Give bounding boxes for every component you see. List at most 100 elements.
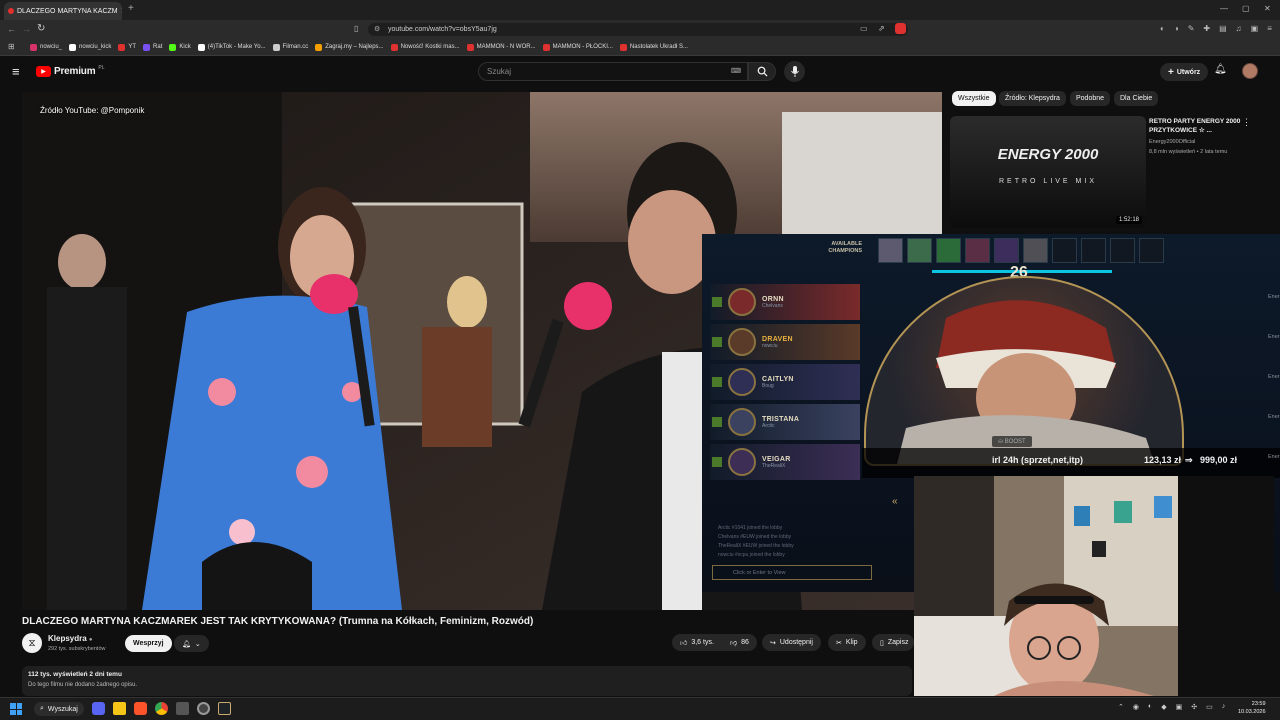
bookmark-item[interactable]: YT xyxy=(118,43,136,51)
tray-app-icon[interactable]: ▣ xyxy=(1176,703,1183,711)
bookmark-item[interactable]: Nastolatek Ukradł S... xyxy=(619,43,688,51)
menu-icon[interactable]: ≡ xyxy=(1267,24,1272,33)
chip-3[interactable]: Dla Ciebie xyxy=(1114,91,1159,106)
windows-start-icon[interactable] xyxy=(10,703,22,715)
back-icon[interactable]: ← xyxy=(7,24,16,34)
champion-portrait-icon[interactable] xyxy=(1110,238,1135,263)
rank-badge-icon xyxy=(712,297,722,307)
browser-tab[interactable]: DLACZEGO MARTYNA KACZM ✕ xyxy=(4,2,122,20)
media-icon[interactable]: ♫ xyxy=(1236,24,1242,33)
maximize-icon[interactable]: ▢ xyxy=(1242,4,1250,13)
sidebar-icon[interactable]: ▤ xyxy=(1219,24,1227,33)
chip-0[interactable]: Wszystkie xyxy=(952,91,996,106)
champion-portrait-icon[interactable] xyxy=(994,238,1019,263)
taskbar-search[interactable]: ⌕ Wyszukaj xyxy=(34,702,84,716)
wallet-icon[interactable]: ▣ xyxy=(1251,24,1259,33)
bookmark-item[interactable]: MAMMON - PŁOCKI... xyxy=(542,43,613,51)
bookmark-item[interactable]: MAMMON - N WOR... xyxy=(466,43,536,51)
recommended-thumbnail[interactable]: ENERGY 2000 RETRO LIVE MIX 1:52:18 xyxy=(950,116,1146,228)
extension-icon[interactable]: ◐ xyxy=(1160,24,1165,33)
champion-portrait-icon[interactable] xyxy=(878,238,903,263)
champion-portrait-icon[interactable] xyxy=(1081,238,1106,263)
bookmark-item[interactable]: Filman.cc xyxy=(272,43,309,51)
save-button[interactable]: ▯ Zapisz xyxy=(872,634,914,651)
apps-grid-icon[interactable]: ⊞ xyxy=(8,42,15,51)
extensions-puzzle-icon[interactable]: ✚ xyxy=(1203,24,1210,33)
site-info-icon[interactable]: ⚙ xyxy=(374,25,380,33)
close-window-icon[interactable]: ✕ xyxy=(1264,4,1271,13)
chat-input[interactable]: Click or Enter to View xyxy=(712,565,872,580)
notifications-bell-icon[interactable]: 🔔︎ xyxy=(1214,64,1227,75)
champion-portrait-icon[interactable] xyxy=(907,238,932,263)
share-button[interactable]: ↪ Udostępnij xyxy=(762,634,821,651)
network-icon[interactable]: ▭ xyxy=(1206,703,1213,711)
address-field[interactable]: ⚙ youtube.com/watch?v=obsY5au7jg xyxy=(368,23,908,36)
bookmark-item[interactable]: nowciu_kick xyxy=(69,43,111,51)
brave-shield-icon[interactable] xyxy=(895,23,906,34)
extension-icon[interactable]: ✎ xyxy=(1188,24,1195,33)
champion-portrait-icon[interactable] xyxy=(1023,238,1048,263)
support-button[interactable]: Wesprzyj xyxy=(125,635,172,652)
cast-icon[interactable]: ▭ xyxy=(860,24,868,33)
app-icon[interactable] xyxy=(176,702,189,715)
search-input[interactable]: Szukaj ⌨ xyxy=(478,62,748,81)
champion-portrait-icon[interactable] xyxy=(965,238,990,263)
file-explorer-icon[interactable] xyxy=(113,702,126,715)
keyboard-icon[interactable]: ⌨ xyxy=(731,67,741,75)
search-button[interactable] xyxy=(748,62,776,81)
forward-icon[interactable]: → xyxy=(22,24,31,34)
bookmark-page-icon[interactable]: ▯ xyxy=(354,24,358,33)
chrome-icon[interactable] xyxy=(155,702,168,715)
youtube-logo[interactable]: ▶ Premium PL xyxy=(36,65,105,77)
minimize-icon[interactable]: — xyxy=(1220,4,1228,13)
obs-icon[interactable] xyxy=(197,702,210,715)
player-name: Arctic xyxy=(762,422,775,429)
voice-search-button[interactable] xyxy=(784,61,805,82)
league-client-icon[interactable] xyxy=(218,702,231,715)
recommended-channel[interactable]: Energy2000Official xyxy=(1149,139,1195,145)
chip-1[interactable]: Źródło: Klepsydra xyxy=(999,91,1066,106)
hamburger-menu-icon[interactable]: ≡ xyxy=(12,64,20,79)
bookmark-label: Filman.cc xyxy=(282,44,309,50)
tray-app-icon[interactable]: ◐ xyxy=(1148,703,1152,711)
like-button[interactable]: 👍︎ 3,6 tys. xyxy=(672,634,722,651)
reload-icon[interactable]: ↻ xyxy=(37,23,45,34)
tray-app-icon[interactable]: ◆ xyxy=(1161,703,1166,711)
channel-avatar[interactable]: ⧖ xyxy=(22,633,42,653)
bookmark-item[interactable]: nowciu_ xyxy=(30,43,62,51)
create-button[interactable]: + Utwórz xyxy=(1160,63,1209,81)
extension-icon[interactable]: ◑ xyxy=(1174,24,1179,33)
brave-icon[interactable] xyxy=(134,702,147,715)
champion-avatar xyxy=(728,448,756,476)
close-tab-icon[interactable]: ✕ xyxy=(121,7,122,15)
new-tab-icon[interactable]: + xyxy=(128,3,134,14)
bookmark-item[interactable]: Zagraj.my – Najleps... xyxy=(315,43,384,51)
bookmark-favicon-icon xyxy=(272,43,280,51)
bookmark-item[interactable]: (4)TikTok - Make Yo... xyxy=(197,43,266,51)
chevron-up-icon[interactable]: ⌃ xyxy=(1118,703,1124,711)
champion-portrait-icon[interactable] xyxy=(1139,238,1164,263)
description-box[interactable]: 112 tys. wyświetleń 2 dni temu Do tego f… xyxy=(22,666,912,696)
dislike-button[interactable]: 👎︎ 86 xyxy=(722,634,757,651)
avatar[interactable] xyxy=(1242,63,1258,79)
bookmark-item[interactable]: Rat xyxy=(143,43,162,51)
bookmark-item[interactable]: Kick xyxy=(169,43,191,51)
team-champion-row: DRAVEN nowciu xyxy=(710,324,860,360)
share-page-icon[interactable]: ⇗ xyxy=(878,24,885,33)
volume-icon[interactable]: ♪ xyxy=(1222,703,1226,711)
tray-app-icon[interactable]: ✣ xyxy=(1191,703,1197,711)
recommended-title[interactable]: RETRO PARTY ENERGY 2000 PRZYTKOWICE ☆ ..… xyxy=(1149,117,1241,135)
channel-name[interactable]: Klepsydra ● xyxy=(48,634,93,643)
chip-2[interactable]: Podobne xyxy=(1070,91,1111,106)
champion-portrait-icon[interactable] xyxy=(936,238,961,263)
more-options-icon[interactable]: ⋮ xyxy=(1242,117,1251,128)
clip-button[interactable]: ✂ Klip xyxy=(828,634,866,651)
collapse-arrow-icon[interactable]: « xyxy=(892,496,898,507)
clock[interactable]: 23:59 10.03.2026 xyxy=(1238,700,1266,716)
discord-icon[interactable] xyxy=(92,702,105,715)
tray-app-icon[interactable]: ◉ xyxy=(1133,703,1139,711)
notification-bell-button[interactable]: 🔔︎ ⌄ xyxy=(174,635,209,652)
champion-portrait-icon[interactable] xyxy=(1052,238,1077,263)
bookmark-item[interactable]: Nowość! Kostki mas... xyxy=(390,43,460,51)
search-icon xyxy=(757,66,768,77)
